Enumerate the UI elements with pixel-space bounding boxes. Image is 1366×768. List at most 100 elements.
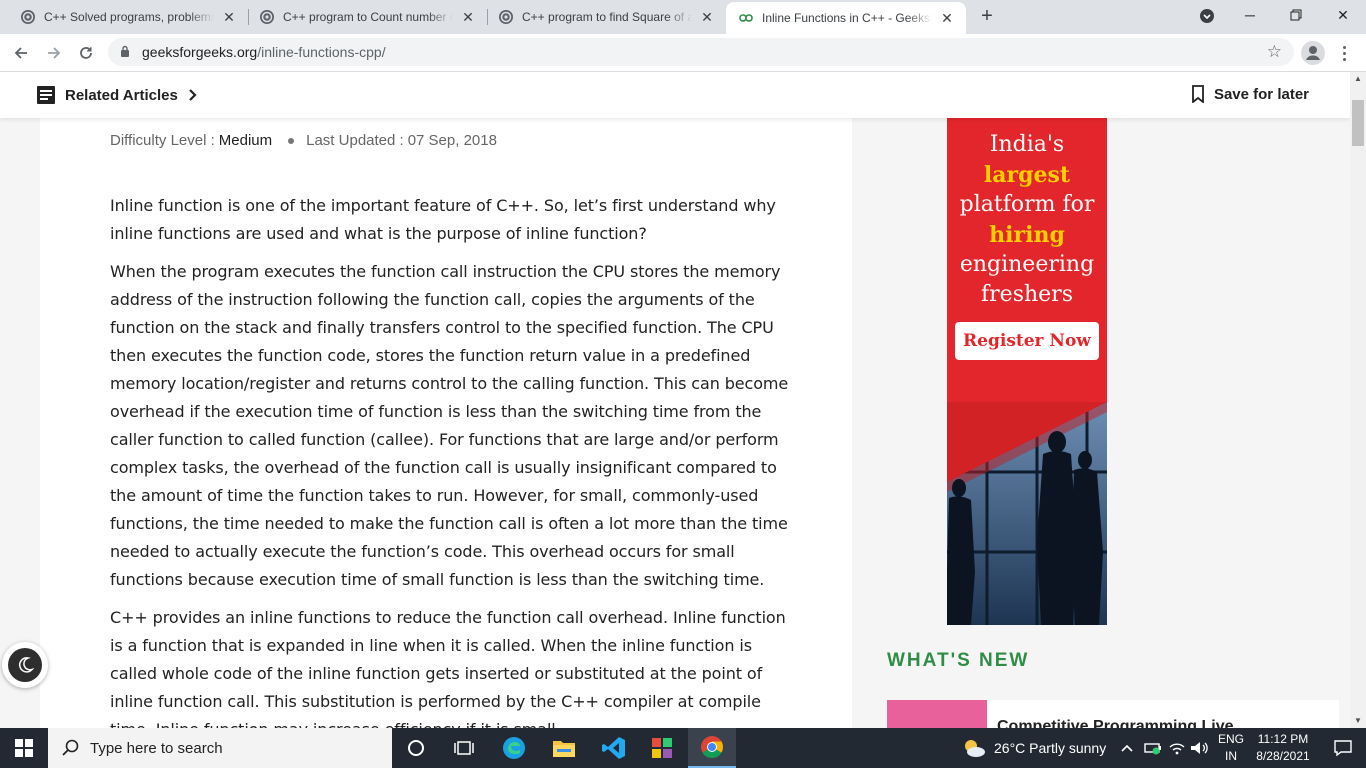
- whats-new-title: Competitive Programming Live: [997, 718, 1234, 728]
- chevron-up-icon: [1121, 744, 1133, 752]
- chevron-down-icon: [1200, 9, 1214, 23]
- tab-title: Inline Functions in C++ - GeeksforGeeks: [762, 11, 932, 25]
- ad-photo: [947, 402, 1107, 625]
- browser-tab-1[interactable]: C++ Solved programs, problems ✕: [0, 0, 248, 34]
- arrow-right-icon: [48, 47, 61, 59]
- ad-line: engineering: [959, 252, 1095, 277]
- ad-line: India's: [989, 132, 1065, 157]
- browser-tabstrip: C++ Solved programs, problems ✕ C++ prog…: [0, 0, 1366, 34]
- weather-text: 26°C Partly sunny: [994, 740, 1107, 756]
- language-indicator[interactable]: ENG IN: [1216, 731, 1246, 765]
- system-clock[interactable]: 11:12 PM 8/28/2021: [1248, 731, 1318, 765]
- notification-icon: [1334, 740, 1352, 757]
- scroll-up-arrow-icon[interactable]: ▲: [1350, 72, 1366, 86]
- battery-status[interactable]: [1144, 728, 1162, 768]
- forward-button[interactable]: [42, 41, 66, 65]
- chevron-right-icon: [189, 89, 197, 101]
- cortana-circle-icon: [408, 740, 424, 756]
- task-view-button[interactable]: [440, 728, 488, 768]
- profile-avatar[interactable]: [1301, 41, 1325, 65]
- article-paragraph: C++ provides an inline functions to redu…: [110, 608, 786, 728]
- volume-status[interactable]: [1190, 728, 1210, 768]
- minimize-button[interactable]: ─: [1227, 0, 1273, 30]
- restore-button[interactable]: [1273, 0, 1319, 30]
- page-scrollbar[interactable]: ▲ ▼: [1350, 72, 1366, 728]
- close-tab-icon[interactable]: ✕: [698, 8, 716, 26]
- difficulty-value[interactable]: Medium: [219, 132, 272, 149]
- back-button[interactable]: [9, 41, 33, 65]
- taskbar-chrome[interactable]: [688, 728, 736, 768]
- scrollbar-thumb[interactable]: [1352, 100, 1364, 146]
- ad-headline: India's largest platform for hiring engi…: [947, 130, 1107, 310]
- url-path: /inline-functions-cpp/: [257, 44, 386, 60]
- bookmark-star-icon[interactable]: ☆: [1267, 42, 1282, 62]
- wifi-icon: [1169, 743, 1185, 755]
- meta-separator-dot: [288, 137, 295, 144]
- taskbar-search-box[interactable]: Type here to search: [48, 728, 392, 768]
- taskbar-vscode[interactable]: [590, 728, 638, 768]
- action-center-button[interactable]: [1320, 728, 1366, 768]
- lock-icon: [121, 45, 129, 57]
- bookmark-icon: [1192, 85, 1204, 103]
- close-window-button[interactable]: ✕: [1320, 0, 1366, 30]
- tray-overflow-button[interactable]: [1120, 728, 1134, 768]
- person-icon: [1306, 46, 1320, 60]
- gfg-logo-icon: [739, 14, 753, 22]
- whats-new-thumbnail: [887, 700, 987, 728]
- cortana-button[interactable]: [392, 728, 440, 768]
- tab-search-button[interactable]: [1184, 0, 1230, 30]
- taskbar-colorful-app[interactable]: [638, 728, 686, 768]
- windows-taskbar: Type here to search 26°C Partly sunny EN…: [0, 728, 1366, 768]
- browser-tab-3[interactable]: C++ program to find Square of a ✕: [488, 0, 726, 34]
- save-for-later-button[interactable]: Save for later: [1191, 85, 1309, 103]
- restore-icon: [1290, 9, 1302, 21]
- tab-title: C++ program to find Square of a: [522, 10, 692, 24]
- related-articles-button[interactable]: Related Articles: [36, 85, 198, 105]
- article-meta: Difficulty Level : Medium Last Updated :…: [110, 132, 497, 149]
- chrome-icon: [701, 736, 723, 758]
- moon-icon: [18, 657, 34, 673]
- scroll-down-arrow-icon[interactable]: ▼: [1350, 714, 1366, 728]
- save-for-later-label: Save for later: [1213, 85, 1309, 103]
- new-tab-button[interactable]: +: [976, 6, 998, 28]
- related-articles-label: Related Articles: [65, 86, 178, 104]
- taskbar-search-placeholder: Type here to search: [90, 739, 223, 757]
- article-paragraph: Inline function is one of the important …: [110, 196, 776, 243]
- taskbar-file-explorer[interactable]: [540, 728, 588, 768]
- arrow-left-icon: [14, 47, 27, 59]
- close-tab-icon[interactable]: ✕: [459, 8, 477, 26]
- url-text: geeksforgeeks.org/inline-functions-cpp/: [142, 44, 386, 60]
- ad-line-highlight: hiring: [989, 222, 1065, 248]
- globe-icon: [260, 10, 274, 24]
- reload-icon: [80, 47, 92, 59]
- language-code: ENG: [1217, 732, 1244, 746]
- dark-mode-toggle[interactable]: [2, 642, 48, 688]
- search-icon: [62, 739, 79, 756]
- document-list-icon: [37, 86, 55, 104]
- edge-icon: [503, 737, 525, 759]
- tab-title: C++ Solved programs, problems: [44, 10, 214, 24]
- register-now-button[interactable]: Register Now: [955, 322, 1099, 360]
- folder-icon: [553, 741, 575, 757]
- address-bar[interactable]: geeksforgeeks.org/inline-functions-cpp/ …: [108, 38, 1294, 66]
- browser-tab-2[interactable]: C++ program to Count number of ✕: [249, 0, 487, 34]
- battery-icon: [1144, 743, 1161, 755]
- wifi-status[interactable]: [1168, 728, 1186, 768]
- ad-line-highlight: largest: [983, 162, 1071, 188]
- reload-button[interactable]: [74, 41, 98, 65]
- ad-line: platform for: [959, 192, 1095, 217]
- ad-banner[interactable]: India's largest platform for hiring engi…: [947, 118, 1107, 625]
- weather-widget[interactable]: 26°C Partly sunny: [962, 728, 1106, 768]
- taskbar-edge[interactable]: [490, 728, 538, 768]
- difficulty-label: Difficulty Level :: [110, 132, 215, 149]
- windows-logo-icon: [15, 739, 33, 757]
- globe-icon: [499, 10, 513, 24]
- globe-icon: [21, 10, 35, 24]
- vscode-icon: [602, 737, 625, 759]
- browser-menu-button[interactable]: [1338, 41, 1350, 65]
- whats-new-card[interactable]: Competitive Programming Live: [887, 700, 1339, 728]
- browser-tab-active[interactable]: Inline Functions in C++ - GeeksforGeeks …: [726, 2, 966, 34]
- close-tab-icon[interactable]: ✕: [938, 9, 956, 27]
- start-button[interactable]: [0, 728, 48, 768]
- close-tab-icon[interactable]: ✕: [220, 8, 238, 26]
